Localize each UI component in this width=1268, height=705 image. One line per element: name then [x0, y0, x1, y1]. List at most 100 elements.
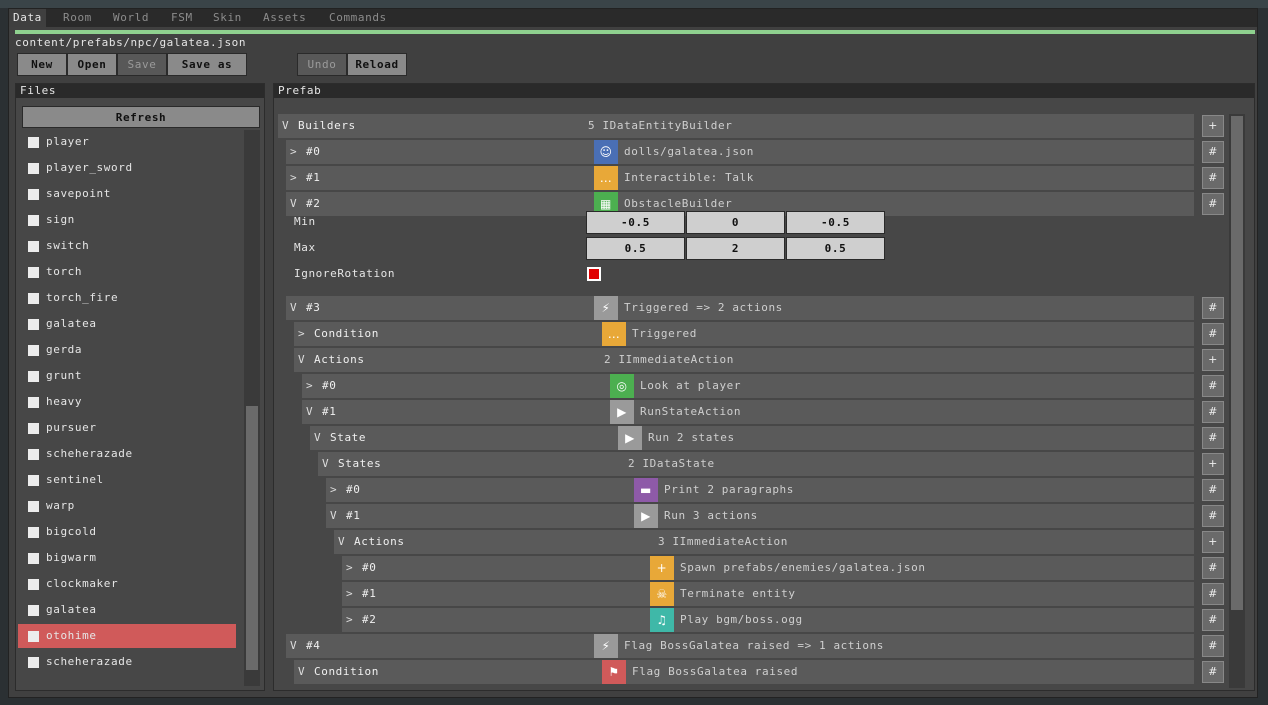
file-checkbox[interactable]	[28, 293, 39, 304]
expanded-caret-icon[interactable]: V	[314, 426, 321, 450]
tree-row[interactable]: V #3 ⚡ Triggered => 2 actions	[286, 296, 1194, 320]
file-list-item[interactable]: sentinel	[18, 468, 236, 492]
file-checkbox[interactable]	[28, 657, 39, 668]
file-checkbox[interactable]	[28, 605, 39, 616]
file-list-item[interactable]: torch	[18, 260, 236, 284]
save-button[interactable]: Save	[117, 53, 167, 76]
expanded-caret-icon[interactable]: V	[322, 452, 329, 476]
ignore-rotation-checkbox[interactable]	[587, 267, 601, 281]
expanded-caret-icon[interactable]: V	[290, 296, 297, 320]
file-checkbox[interactable]	[28, 345, 39, 356]
menu-skin[interactable]: Skin	[209, 9, 246, 27]
row-options-button[interactable]: #	[1202, 427, 1224, 449]
file-checkbox[interactable]	[28, 319, 39, 330]
expanded-caret-icon[interactable]: V	[282, 114, 289, 138]
collapsed-caret-icon[interactable]: >	[306, 374, 313, 398]
menu-assets[interactable]: Assets	[259, 9, 310, 27]
add-item-button[interactable]: +	[1202, 531, 1224, 553]
row-options-button[interactable]: #	[1202, 479, 1224, 501]
row-options-button[interactable]: #	[1202, 505, 1224, 527]
row-options-button[interactable]: #	[1202, 583, 1224, 605]
min-y-field[interactable]: 0	[686, 211, 785, 234]
row-options-button[interactable]: #	[1202, 323, 1224, 345]
file-list-item[interactable]: switch	[18, 234, 236, 258]
tree-row[interactable]: V #1 ▶ Run 3 actions	[326, 504, 1194, 528]
tree-row[interactable]: V Condition ⚑ Flag BossGalatea raised	[294, 660, 1194, 684]
file-checkbox[interactable]	[28, 267, 39, 278]
files-scrollbar[interactable]	[244, 130, 260, 686]
max-z-field[interactable]: 0.5	[786, 237, 885, 260]
row-options-button[interactable]: #	[1202, 141, 1224, 163]
file-list-item[interactable]: savepoint	[18, 182, 236, 206]
file-checkbox[interactable]	[28, 397, 39, 408]
menu-commands[interactable]: Commands	[325, 9, 391, 27]
prefab-scrollbar-thumb[interactable]	[1231, 116, 1243, 610]
file-checkbox[interactable]	[28, 423, 39, 434]
tree-row[interactable]: > #0 ▬ Print 2 paragraphs	[326, 478, 1194, 502]
row-options-button[interactable]: #	[1202, 297, 1224, 319]
min-z-field[interactable]: -0.5	[786, 211, 885, 234]
collapsed-caret-icon[interactable]: >	[298, 322, 305, 346]
file-list-item[interactable]: pursuer	[18, 416, 236, 440]
collapsed-caret-icon[interactable]: >	[290, 166, 297, 190]
tree-row[interactable]: V Actions 3 IImmediateAction	[334, 530, 1194, 554]
expanded-caret-icon[interactable]: V	[306, 400, 313, 424]
tree-row[interactable]: > #1 ☠ Terminate entity	[342, 582, 1194, 606]
collapsed-caret-icon[interactable]: >	[330, 478, 337, 502]
tree-row[interactable]: > #2 ♫ Play bgm/boss.ogg	[342, 608, 1194, 632]
expanded-caret-icon[interactable]: V	[290, 634, 297, 658]
file-list-item[interactable]: bigcold	[18, 520, 236, 544]
file-checkbox[interactable]	[28, 137, 39, 148]
file-list-item[interactable]: player_sword	[18, 156, 236, 180]
tree-row[interactable]: V Actions 2 IImmediateAction	[294, 348, 1194, 372]
collapsed-caret-icon[interactable]: >	[346, 582, 353, 606]
tree-row[interactable]: V States 2 IDataState	[318, 452, 1194, 476]
file-list-item[interactable]: galatea	[18, 598, 236, 622]
tree-row[interactable]: V #4 ⚡ Flag BossGalatea raised => 1 actions	[286, 634, 1194, 658]
file-checkbox[interactable]	[28, 527, 39, 538]
file-checkbox[interactable]	[28, 215, 39, 226]
file-list-item[interactable]: sign	[18, 208, 236, 232]
min-x-field[interactable]: -0.5	[586, 211, 685, 234]
max-x-field[interactable]: 0.5	[586, 237, 685, 260]
file-list-item[interactable]: scheherazade	[18, 650, 236, 674]
collapsed-caret-icon[interactable]: >	[346, 556, 353, 580]
file-list-item[interactable]: bigwarm	[18, 546, 236, 570]
max-y-field[interactable]: 2	[686, 237, 785, 260]
menu-room[interactable]: Room	[59, 9, 96, 27]
row-options-button[interactable]: #	[1202, 401, 1224, 423]
menu-world[interactable]: World	[109, 9, 153, 27]
file-checkbox[interactable]	[28, 579, 39, 590]
prefab-scrollbar[interactable]	[1229, 114, 1245, 688]
file-list-item[interactable]: otohime	[18, 624, 236, 648]
file-checkbox[interactable]	[28, 475, 39, 486]
tree-row[interactable]: V #1 ▶ RunStateAction	[302, 400, 1194, 424]
file-list-item[interactable]: scheherazade	[18, 442, 236, 466]
undo-button[interactable]: Undo	[297, 53, 347, 76]
refresh-button[interactable]: Refresh	[22, 106, 260, 128]
tree-row[interactable]: V Builders 5 IDataEntityBuilder	[278, 114, 1194, 138]
reload-button[interactable]: Reload	[347, 53, 407, 76]
file-list-item[interactable]: warp	[18, 494, 236, 518]
file-checkbox[interactable]	[28, 631, 39, 642]
tree-row[interactable]: > #0 ◎ Look at player	[302, 374, 1194, 398]
file-checkbox[interactable]	[28, 189, 39, 200]
collapsed-caret-icon[interactable]: >	[346, 608, 353, 632]
add-item-button[interactable]: +	[1202, 453, 1224, 475]
file-checkbox[interactable]	[28, 501, 39, 512]
tree-row[interactable]: > #0 ☺ dolls/galatea.json	[286, 140, 1194, 164]
tree-row[interactable]: > Condition … Triggered	[294, 322, 1194, 346]
tree-row[interactable]: > #0 + Spawn prefabs/enemies/galatea.json	[342, 556, 1194, 580]
row-options-button[interactable]: #	[1202, 609, 1224, 631]
file-list-item[interactable]: gerda	[18, 338, 236, 362]
tree-row[interactable]: V State ▶ Run 2 states	[310, 426, 1194, 450]
menu-fsm[interactable]: FSM	[167, 9, 197, 27]
file-list-item[interactable]: grunt	[18, 364, 236, 388]
collapsed-caret-icon[interactable]: >	[290, 140, 297, 164]
expanded-caret-icon[interactable]: V	[298, 660, 305, 684]
menu-data[interactable]: Data	[9, 9, 46, 27]
row-options-button[interactable]: #	[1202, 193, 1224, 215]
open-button[interactable]: Open	[67, 53, 117, 76]
save-as-button[interactable]: Save as	[167, 53, 247, 76]
file-list-item[interactable]: galatea	[18, 312, 236, 336]
